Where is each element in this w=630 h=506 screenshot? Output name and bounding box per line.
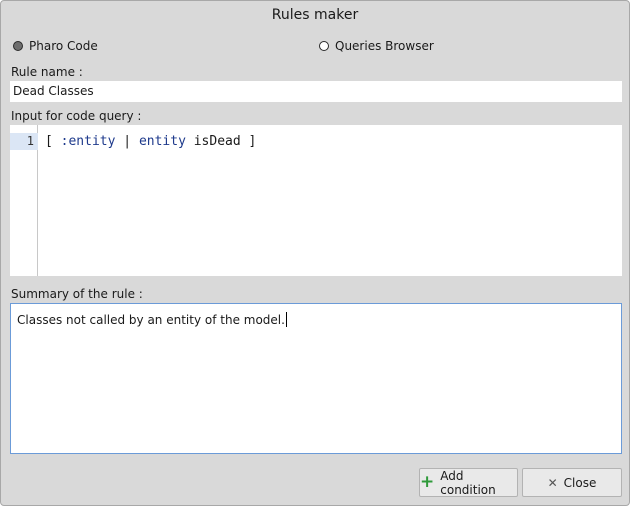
summary-text: Classes not called by an entity of the m… (17, 313, 285, 327)
code-token-param: :entity (60, 134, 116, 149)
close-button[interactable]: ✕ Close (522, 468, 622, 497)
code-token-bar: | (115, 134, 139, 149)
radio-pharo-code-label: Pharo Code (29, 39, 98, 53)
rule-name-label: Rule name : (11, 65, 83, 79)
code-token-message: isDead ] (185, 134, 257, 149)
add-condition-button[interactable]: + Add condition (419, 468, 518, 497)
line-number: 1 (10, 133, 38, 150)
radio-unselected-icon (319, 41, 329, 51)
code-query-label: Input for code query : (11, 109, 142, 123)
add-condition-label: Add condition (440, 468, 496, 497)
text-caret (285, 312, 287, 327)
radio-queries-browser-label: Queries Browser (335, 39, 434, 53)
window-title: Rules maker (271, 7, 359, 23)
close-icon: ✕ (547, 475, 558, 490)
rules-maker-window: Rules maker Pharo Code Queries Browser R… (0, 0, 630, 506)
summary-text-area[interactable]: Classes not called by an entity of the m… (10, 303, 622, 454)
close-label: Close (563, 475, 597, 490)
summary-label: Summary of the rule : (11, 287, 143, 301)
plus-icon: + (420, 472, 435, 492)
radio-pharo-code[interactable]: Pharo Code (13, 38, 98, 54)
rule-name-field[interactable]: Dead Classes (10, 81, 622, 102)
radio-queries-browser[interactable]: Queries Browser (319, 38, 434, 54)
code-token-open: [ (45, 134, 61, 149)
code-line: [ :entity | entity isDead ] (45, 133, 256, 150)
code-token-receiver: entity (138, 134, 186, 149)
code-query-editor[interactable]: 1 [ :entity | entity isDead ] (10, 125, 622, 276)
radio-selected-icon (13, 41, 23, 51)
